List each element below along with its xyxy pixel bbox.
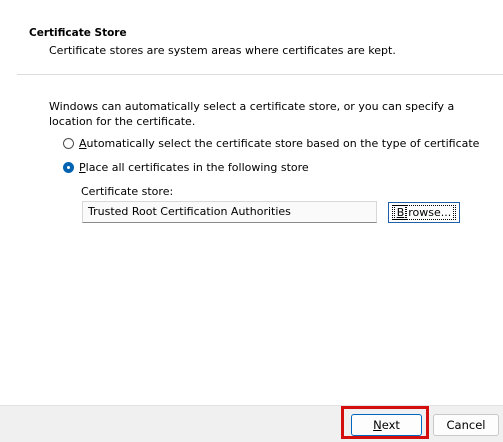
auto-select-label: Automatically select the certificate sto… xyxy=(79,137,480,150)
place-in-store-label: Place all certificates in the following … xyxy=(79,161,309,174)
certificate-store-field[interactable]: Trusted Root Certification Authorities xyxy=(82,201,377,223)
certificate-store-label: Certificate store: xyxy=(81,185,174,198)
browse-button[interactable]: Browse... xyxy=(388,202,460,223)
place-in-store-option[interactable]: Place all certificates in the following … xyxy=(63,161,309,174)
cancel-button[interactable]: Cancel xyxy=(433,414,499,436)
wizard-header: Certificate Store Certificate stores are… xyxy=(0,0,503,75)
header-divider xyxy=(17,74,503,75)
intro-text: Windows can automatically select a certi… xyxy=(49,100,455,128)
page-description: Certificate stores are system areas wher… xyxy=(49,44,396,57)
auto-select-store-option[interactable]: Automatically select the certificate sto… xyxy=(63,137,479,150)
auto-select-radio[interactable] xyxy=(63,138,74,149)
page-title: Certificate Store xyxy=(29,27,127,39)
place-in-store-radio[interactable] xyxy=(63,162,74,173)
next-button[interactable]: Next xyxy=(351,414,422,436)
